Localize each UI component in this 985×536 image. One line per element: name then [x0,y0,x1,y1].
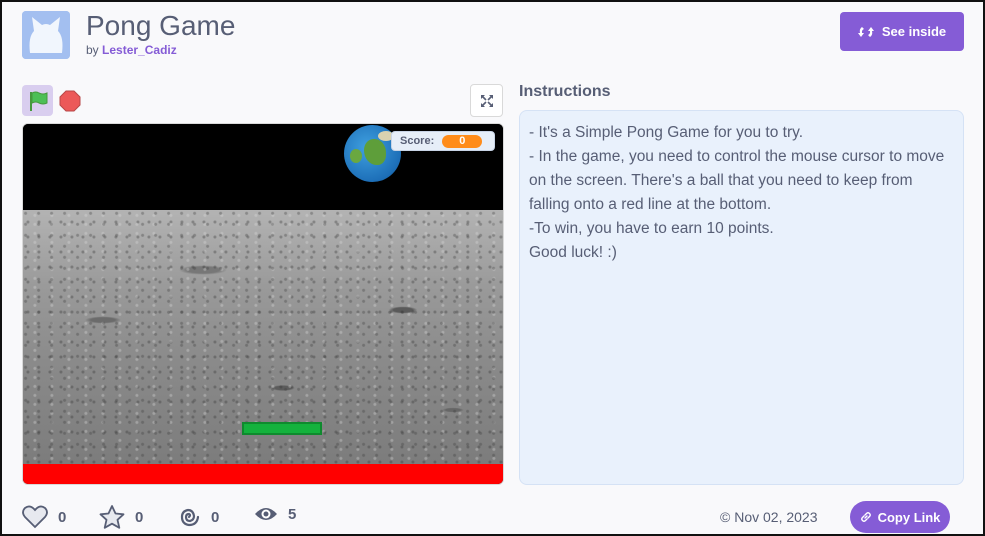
instructions-text: - It's a Simple Pong Game for you to try… [519,110,964,485]
stop-button[interactable] [59,90,81,112]
green-flag-button[interactable] [22,85,53,116]
instruction-line: - It's a Simple Pong Game for you to try… [529,124,804,141]
shared-date: © Nov 02, 2023 [720,509,818,525]
copy-link-label: Copy Link [877,509,941,525]
instruction-line: Good luck! :) [529,244,617,261]
copy-link-button[interactable]: Copy Link [850,501,950,533]
score-value: 0 [442,134,483,148]
game-stage[interactable]: Score: 0 [22,123,504,485]
remix-count: 0 [211,508,220,526]
remix-stat: 0 [177,505,219,529]
views-stat: 5 [254,505,296,523]
spiral-icon [180,508,200,527]
cat-avatar-icon [22,11,70,59]
views-count: 5 [288,505,297,523]
star-icon [99,505,125,529]
favorite-count: 0 [135,508,144,526]
love-stat[interactable]: 0 [22,505,66,529]
fullscreen-button[interactable] [470,84,503,117]
project-byline: by Lester_Cadiz [86,43,177,57]
see-inside-button[interactable]: See inside [840,12,964,51]
author-link[interactable]: Lester_Cadiz [102,43,177,57]
heart-icon [22,505,48,529]
score-label: Score: [400,135,435,147]
project-title: Pong Game [86,10,236,41]
fullscreen-icon [480,94,493,107]
red-line-sprite [23,464,503,484]
instructions-heading: Instructions [519,83,611,100]
by-label: by [86,43,99,57]
stop-icon [59,90,81,112]
score-monitor: Score: 0 [391,131,495,151]
favorite-stat[interactable]: 0 [99,505,143,529]
instruction-line: -To win, you have to earn 10 points. [529,220,774,237]
paddle-sprite [242,422,322,435]
link-icon [860,512,871,522]
instruction-line: - In the game, you need to control the m… [529,148,945,213]
author-avatar[interactable] [22,11,70,59]
green-flag-icon [29,91,47,111]
love-count: 0 [58,508,67,526]
eye-icon [255,508,277,520]
remix-arrows-icon [857,26,874,37]
project-page: Pong Game by Lester_Cadiz See inside Sco… [0,0,985,536]
see-inside-label: See inside [881,24,947,39]
